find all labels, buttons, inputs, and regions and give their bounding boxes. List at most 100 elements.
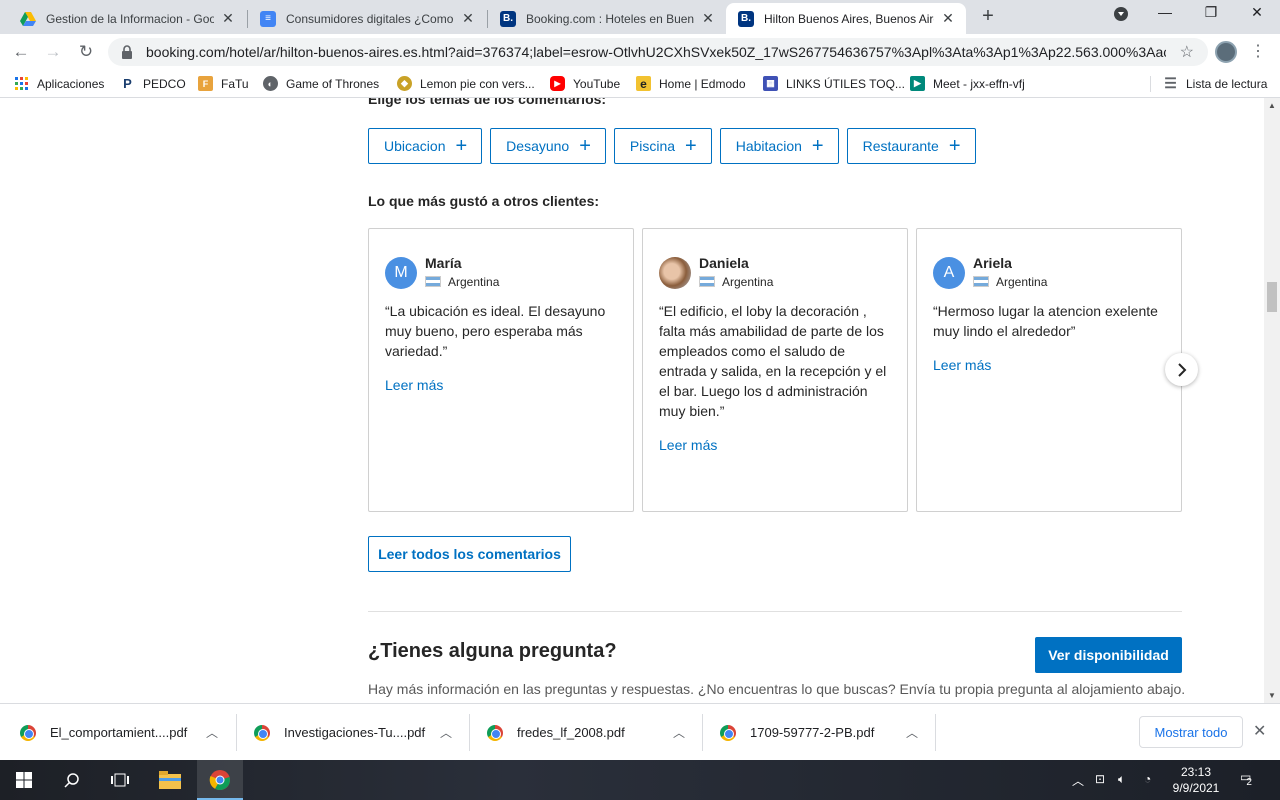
carousel-next-button[interactable] [1165,353,1198,386]
chip-label: Habitacion [735,138,802,154]
bookmark-edmodo[interactable]: e Home | Edmodo [636,76,746,91]
bookmark-apps[interactable]: Aplicaciones [14,76,104,91]
chrome-icon [20,724,36,741]
system-clock[interactable]: 23:13 9/9/2021 [1166,764,1226,796]
close-tab-icon[interactable]: ✕ [460,10,476,27]
bookmark-got[interactable]: ◐ Game of Thrones [263,76,379,91]
profile-avatar[interactable] [1215,41,1237,63]
booking-icon: B. [500,10,516,27]
chrome-icon[interactable] [208,768,232,792]
minimize-icon[interactable]: — [1150,4,1180,20]
close-window-icon[interactable]: ✕ [1242,4,1272,21]
tab-title: Hilton Buenos Aires, Buenos Aires [764,11,934,26]
chevron-up-icon[interactable]: ︿ [906,724,918,741]
plus-icon: + [948,135,961,157]
file-explorer-icon[interactable] [158,768,182,792]
wifi-icon[interactable]: ◔ [1144,772,1151,786]
plus-icon: + [811,135,824,157]
tab-strip: Gestion de la Informacion - Google Drive… [0,0,1280,34]
topic-chip-piscina[interactable]: Piscina + [613,128,712,164]
topic-chip-restaurante[interactable]: Restaurante + [846,128,976,164]
reviewer-country: Argentina [448,275,500,289]
read-all-reviews-button[interactable]: Leer todos los comentarios [368,536,571,572]
bookmark-label: Game of Thrones [286,76,380,91]
tab-title: Booking.com : Hoteles en Buenos [526,11,694,26]
review-card: Daniela Argentina “El edificio, el loby … [642,228,908,512]
topic-chip-ubicacion[interactable]: Ubicacion + [368,128,483,164]
clock-time: 23:13 [1180,765,1212,779]
show-hidden-icons[interactable]: ︿ [1072,772,1084,789]
download-item[interactable]: Investigaciones-Tu....pdf ︿ [234,704,469,761]
forward-icon[interactable]: → [42,41,64,63]
page-scrollbar[interactable]: ▲ ▼ [1264,98,1280,703]
read-more-link[interactable]: Leer más [659,437,717,453]
close-downloads-icon[interactable]: ✕ [1253,721,1266,741]
windows-start-icon[interactable] [12,768,36,792]
scroll-thumb[interactable] [1267,282,1277,312]
close-tab-icon[interactable]: ✕ [940,10,956,27]
network-icon[interactable]: ⊡ [1095,772,1105,786]
tab-hilton[interactable]: B. Hilton Buenos Aires, Buenos Aires ✕ [726,3,966,34]
bookmark-label: Meet - jxx-effn-vfj [933,76,1025,91]
lock-icon [122,45,132,59]
read-more-link[interactable]: Leer más [385,377,443,393]
scroll-down-icon[interactable]: ▼ [1268,691,1276,700]
downloads-bar: El_comportamient....pdf ︿ Investigacione… [0,703,1280,760]
new-tab-button[interactable]: + [976,5,1000,28]
review-card: A Ariela Argentina “Hermoso lugar la ate… [916,228,1182,512]
show-all-downloads-button[interactable]: Mostrar todo [1139,716,1243,748]
read-more-link[interactable]: Leer más [933,357,991,373]
restore-icon[interactable]: ❐ [1196,4,1226,21]
bookmark-label: PEDCO [143,76,186,91]
bookmarks-bar: Aplicaciones P PEDCO F FaTu ◐ Game of Th… [0,70,1280,98]
scroll-up-icon[interactable]: ▲ [1268,101,1276,110]
back-icon[interactable]: ← [10,41,32,63]
bookmark-youtube[interactable]: ▶ YouTube [550,76,620,91]
notifications-button[interactable]: ▭2 [1240,770,1257,788]
download-item[interactable]: 1709-59777-2-PB.pdf ︿ [700,704,935,761]
globe-icon: ◐ [263,76,278,91]
lemon-icon: ◆ [397,76,412,91]
tab-search-icon[interactable] [1106,6,1136,25]
close-tab-icon[interactable]: ✕ [220,10,236,27]
reading-list-button[interactable]: ☰ Lista de lectura [1163,75,1268,91]
bookmark-pedco[interactable]: P PEDCO [120,76,186,91]
tab-booking[interactable]: B. Booking.com : Hoteles en Buenos ✕ [488,3,726,34]
avatar [659,257,691,289]
avatar: A [933,257,965,289]
reviewer-name: Daniela [699,255,749,271]
reload-icon[interactable]: ↻ [75,41,97,63]
address-bar[interactable]: booking.com/hotel/ar/hilton-buenos-aires… [108,38,1208,66]
check-availability-button[interactable]: Ver disponibilidad [1035,637,1182,673]
chrome-icon [720,724,736,741]
argentina-flag-icon [425,276,441,287]
topic-chip-desayuno[interactable]: Desayuno + [490,128,606,164]
chevron-up-icon[interactable]: ︿ [673,724,685,741]
tab-docs[interactable]: ≡ Consumidores digitales ¿Como c ✕ [248,3,486,34]
bookmark-links[interactable]: ▦ LINKS ÚTILES TOQ... [763,76,905,91]
bookmark-meet[interactable]: ▶ Meet - jxx-effn-vfj [910,76,1025,91]
meet-icon: ▶ [910,76,925,91]
download-item[interactable]: El_comportamient....pdf ︿ [0,704,235,761]
reading-list-label: Lista de lectura [1186,76,1268,91]
topic-chip-habitacion[interactable]: Habitacion + [719,128,839,164]
chrome-menu-icon[interactable]: ⋮ [1250,42,1266,62]
drive-icon [20,11,36,27]
questions-title: ¿Tienes alguna pregunta? [368,640,617,662]
chip-label: Desayuno [506,138,570,154]
avatar: M [385,257,417,289]
bookmark-fatu[interactable]: F FaTu [198,76,249,91]
search-icon[interactable] [60,768,84,792]
download-item[interactable]: fredes_lf_2008.pdf ︿ [467,704,702,761]
close-tab-icon[interactable]: ✕ [700,10,716,27]
reading-list-icon: ☰ [1164,75,1177,91]
tab-title: Consumidores digitales ¿Como c [286,11,454,26]
chevron-up-icon[interactable]: ︿ [206,724,218,741]
task-view-icon[interactable] [108,768,132,792]
bookmark-lemon[interactable]: ◆ Lemon pie con vers... [397,76,535,91]
volume-icon[interactable]: 🔈︎ [1118,772,1125,787]
bookmark-star-icon[interactable]: ☆ [1180,42,1194,62]
review-card: M María Argentina “La ubicación es ideal… [368,228,634,512]
tab-drive[interactable]: Gestion de la Informacion - Google Drive… [8,3,246,34]
chevron-up-icon[interactable]: ︿ [440,724,452,741]
